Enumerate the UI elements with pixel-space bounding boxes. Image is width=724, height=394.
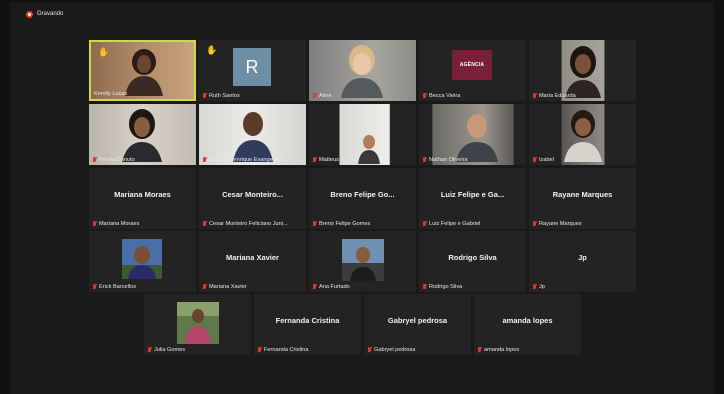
participant-display-name: Mariana Moraes [114,190,171,199]
participant-tile[interactable]: amanda lopes amanda lopes [474,294,581,355]
participant-name-label: Luiz Felipe e Gabriel [422,221,523,227]
mic-muted-icon [312,221,317,227]
brand-logo: AGÊNCIA [452,50,492,80]
participant-name-label: Gabryel pedrosa [367,347,468,353]
participant-name-label: Jp [532,284,633,290]
mic-muted-icon [92,157,97,163]
participant-photo [342,239,384,281]
participant-tile[interactable]: Jp Jp [529,231,636,292]
participant-tile[interactable]: Mariana Xavier Mariana Xavier [199,231,306,292]
participant-tile[interactable]: Cesar Monteiro... Cesar Monteiro Felicia… [199,168,306,229]
person-silhouette [341,45,383,98]
participant-display-name: Luiz Felipe e Ga... [440,190,505,199]
participant-tile[interactable]: Maria Eduarda [529,40,636,101]
mic-muted-icon [92,221,97,227]
participant-photo [122,239,162,279]
participant-tile[interactable]: Mariana Moraes Mariana Moraes [89,168,196,229]
participant-name-label: Erick Barcellos [92,284,193,290]
participant-name-label: Breno Felipe Gomes [312,221,413,227]
participant-name-label: Glaucio Henrique Evangelista ... [202,157,303,163]
participant-display-name: Rayane Marques [552,190,613,199]
participant-display-name: Mariana Xavier [226,253,279,262]
person-silhouette [565,46,601,98]
participant-tile[interactable]: Fernanda Cristina Fernanda Cristina [254,294,361,355]
participant-name-label: amanda lopes [477,347,578,353]
mic-muted-icon [257,347,262,353]
participant-tile[interactable]: ✋ Kemily Lucas [89,40,196,101]
participant-name-label: Maria Eduarda [532,93,633,99]
person-silhouette [125,49,163,96]
mic-muted-icon [532,284,537,290]
recording-label: Gravando [37,11,64,17]
participant-tile[interactable]: Glaucio Henrique Evangelista ... [199,104,306,165]
participant-name-label: Rodrigo Silva [422,284,523,290]
participant-tile[interactable]: AGÊNCIA Becca Vieira [419,40,526,101]
person-silhouette [122,109,162,162]
participant-tile[interactable]: ✋ R Ruth Santos [199,40,306,101]
mic-muted-icon [532,93,537,99]
participant-tile[interactable]: Breno Felipe Go... Breno Felipe Gomes [309,168,416,229]
mic-muted-icon [312,93,317,99]
participant-tile[interactable]: Julia Gomes [144,294,251,355]
participant-name-label: Becca Vieira [422,93,523,99]
avatar: R [233,48,271,86]
participant-display-name: Jp [578,253,587,262]
mic-muted-icon [532,157,537,163]
mic-muted-icon [422,93,427,99]
participant-name-label: Mariana Xavier [202,284,303,290]
participant-tile[interactable]: Izabel [529,104,636,165]
mic-muted-icon [147,347,152,353]
mic-muted-icon [422,284,427,290]
participant-name-label: Ruth Santos [202,93,303,99]
participant-name-label: Kemily Lucas [94,91,128,97]
participant-name-label: Cesar Monteiro Feliciano Juni... [202,221,303,227]
participant-name-label: Rayane Marques [532,221,633,227]
participant-tile[interactable]: Rodrigo Silva Rodrigo Silva [419,231,526,292]
recording-icon [26,10,33,18]
participant-name-label: Aline [312,93,413,99]
raised-hand-icon: ✋ [98,47,110,57]
participant-name-label: Izabel [532,157,633,163]
participant-display-name: Breno Felipe Go... [330,190,395,199]
mic-muted-icon [477,347,482,353]
mic-muted-icon [312,157,317,163]
participant-name-label: Nathan Oliveira [422,157,523,163]
participant-name-label: Perola Canuto [92,157,193,163]
participant-name-label: Mariana Moraes [92,221,193,227]
mic-muted-icon [312,284,317,290]
participant-tile[interactable]: Rayane Marques Rayane Marques [529,168,636,229]
person-silhouette [564,110,602,162]
participant-display-name: Cesar Monteiro... [222,190,283,199]
mic-muted-icon [367,347,372,353]
participant-name-label: Ana Furtado [312,284,413,290]
participant-tile[interactable]: Erick Barcellos [89,231,196,292]
person-silhouette [233,112,273,162]
participant-tile[interactable]: Luiz Felipe e Ga... Luiz Felipe e Gabrie… [419,168,526,229]
mic-muted-icon [422,157,427,163]
mic-muted-icon [202,157,207,163]
participant-tile[interactable]: Ana Furtado [309,231,416,292]
person-silhouette [456,114,498,162]
mic-muted-icon [532,221,537,227]
mic-muted-icon [92,284,97,290]
participant-name-label: Fernanda Cristina [257,347,358,353]
participant-display-name: Fernanda Cristina [275,316,340,325]
participant-tile[interactable]: Nathan Oliveira [419,104,526,165]
participant-display-name: Rodrigo Silva [448,253,497,262]
mic-muted-icon [422,221,427,227]
participant-tile[interactable]: Aline [309,40,416,101]
mic-muted-icon [202,221,207,227]
participant-display-name: Gabryel pedrosa [387,316,448,325]
participant-name-label: Matteus [312,157,413,163]
participant-tile[interactable]: Matteus [309,104,416,165]
mic-muted-icon [202,93,207,99]
recording-indicator[interactable]: Gravando [26,8,63,20]
participant-tile[interactable]: Gabryel pedrosa Gabryel pedrosa [364,294,471,355]
participant-name-label: Julia Gomes [147,347,248,353]
participant-photo [177,302,219,344]
participant-tile[interactable]: Perola Canuto [89,104,196,165]
raised-hand-icon: ✋ [206,45,218,55]
participant-display-name: amanda lopes [502,316,553,325]
mic-muted-icon [202,284,207,290]
